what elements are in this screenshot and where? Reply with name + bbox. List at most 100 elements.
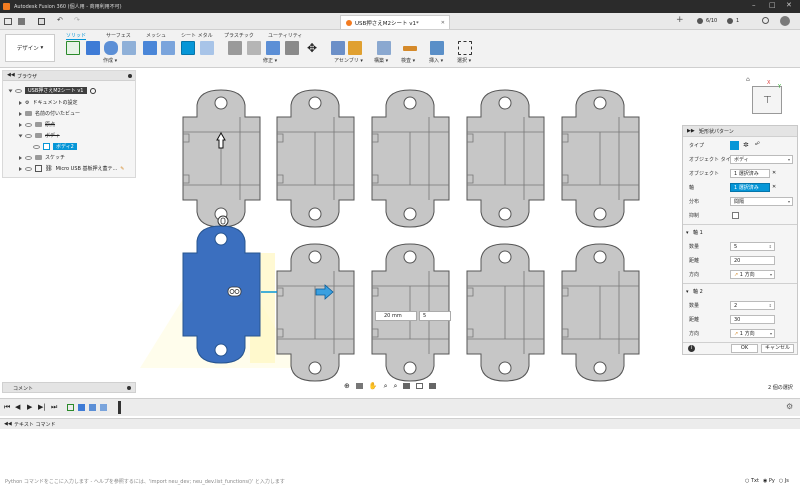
job-status-icon[interactable] — [697, 18, 703, 24]
body-pattern-instance[interactable] — [182, 89, 261, 228]
fillet-icon[interactable] — [247, 41, 261, 55]
timeline-end-button[interactable]: ⏭ — [51, 403, 57, 412]
object-type-dropdown[interactable]: ボディ ▾ — [730, 155, 793, 164]
object-select[interactable]: 1 選択済み — [730, 169, 770, 178]
timeline-start-button[interactable]: ⏮ — [4, 403, 10, 412]
visibility-eye-icon[interactable] — [15, 88, 22, 93]
distance-input[interactable]: 20 mm — [375, 311, 417, 321]
tab-mesh[interactable]: メッシュ — [146, 32, 166, 39]
timeline-next-button[interactable]: ▶| — [38, 403, 46, 411]
axis1-quantity-input[interactable]: 5 ⇕ — [730, 242, 775, 251]
command-input[interactable]: Python コマンドをここに入力します - ヘルプを参照するには、'impor… — [2, 477, 722, 487]
active-radio-icon[interactable] — [89, 87, 96, 94]
timeline-feature-pattern[interactable] — [89, 404, 96, 411]
group-select[interactable]: 選択 ▾ — [457, 57, 471, 64]
expand-icon[interactable] — [8, 89, 13, 92]
browser-item-named-views[interactable]: 名前の付いたビュー — [19, 108, 80, 119]
type-rectangular-button[interactable] — [730, 141, 739, 150]
save-icon[interactable] — [38, 18, 45, 25]
minimize-button[interactable]: – — [752, 1, 756, 9]
axis-select[interactable]: 1 選択済み — [730, 183, 770, 192]
timeline-settings-icon[interactable]: ⚙ — [786, 402, 793, 411]
timeline-feature-extrude[interactable] — [78, 404, 85, 411]
undo-icon[interactable]: ↶ — [57, 16, 63, 24]
tab-solid[interactable]: ソリッド — [66, 32, 87, 40]
visibility-eye-icon[interactable] — [25, 122, 32, 127]
expand-icon[interactable] — [19, 155, 22, 160]
visibility-eye-icon[interactable] — [25, 166, 32, 171]
clear-object-icon[interactable]: ✕ — [772, 170, 776, 176]
expand-icon[interactable] — [18, 134, 23, 137]
rotate-handle-icon[interactable] — [227, 286, 242, 297]
axis1-direction-dropdown[interactable]: ↗ 1 方向 ▾ — [730, 270, 775, 279]
group-insert[interactable]: 挿入 ▾ — [429, 57, 443, 64]
ok-button[interactable]: OK — [731, 344, 758, 353]
orbit-icon[interactable]: ⊕ — [344, 382, 350, 390]
viewports-icon[interactable] — [429, 383, 437, 389]
comments-toggle-icon[interactable] — [127, 386, 131, 390]
visibility-eye-icon[interactable] — [25, 155, 32, 160]
info-icon[interactable]: i — [688, 345, 695, 352]
pan-icon[interactable]: ✋ — [369, 382, 378, 390]
notification-icon[interactable] — [727, 18, 733, 24]
tab-document[interactable]: USB押さえM2シート v1* ✕ — [340, 15, 450, 29]
tab-utility[interactable]: ユーティリティ — [268, 32, 302, 39]
axis2-section[interactable]: ▾ 軸 2 — [683, 286, 797, 297]
timeline-prev-button[interactable]: ◀ — [15, 403, 20, 411]
body-pattern-instance[interactable] — [276, 89, 355, 228]
view-cube[interactable]: ⊤ — [752, 86, 782, 114]
expand-icon[interactable] — [19, 111, 22, 116]
grid-settings-icon[interactable] — [416, 383, 424, 389]
timeline-feature-move[interactable] — [100, 404, 107, 411]
create-sketch-icon[interactable] — [66, 41, 80, 55]
body-pattern-instance[interactable] — [561, 89, 640, 228]
home-view-icon[interactable]: ⌂ — [746, 76, 750, 83]
visibility-eye-icon[interactable] — [33, 144, 40, 149]
grid-menu-icon[interactable] — [4, 18, 12, 25]
group-construct[interactable]: 構築 ▾ — [374, 57, 388, 64]
timeline-feature-sketch[interactable] — [67, 404, 74, 411]
offset-plane-icon[interactable] — [377, 41, 391, 55]
group-assembly[interactable]: アセンブリ ▾ — [334, 57, 363, 64]
look-at-icon[interactable] — [355, 383, 363, 389]
rectangular-pattern-icon[interactable] — [181, 41, 195, 55]
type-path-button[interactable]: ☍ — [755, 141, 760, 147]
revolve-icon[interactable] — [104, 41, 118, 55]
distribution-dropdown[interactable]: 間隔 ▾ — [730, 197, 793, 206]
edit-icon[interactable]: ✎ — [120, 166, 124, 172]
browser-item-document-settings[interactable]: ⚙ ドキュメントの設定 — [19, 97, 78, 108]
axis2-direction-dropdown[interactable]: ↗ 1 方向 ▾ — [730, 329, 775, 338]
group-modify[interactable]: 修正 ▾ — [263, 57, 277, 64]
browser-pin-icon[interactable] — [128, 74, 132, 78]
hole-icon[interactable] — [122, 41, 136, 55]
suppress-checkbox[interactable] — [732, 212, 739, 219]
browser-item-sketches[interactable]: スケッチ — [19, 152, 65, 163]
body-pattern-instance[interactable] — [371, 89, 450, 228]
body-pattern-instance[interactable] — [466, 89, 545, 228]
triangle-icon[interactable] — [200, 41, 214, 55]
browser-root[interactable]: USB押さえM2シート v1 — [8, 85, 96, 96]
tab-plastic[interactable]: プラスチック — [224, 32, 254, 39]
move-icon[interactable]: ✥ — [305, 41, 319, 55]
group-inspect[interactable]: 検査 ▾ — [401, 57, 415, 64]
expand-icon[interactable] — [19, 122, 22, 127]
body-pattern-instance[interactable] — [466, 243, 545, 382]
align-icon[interactable] — [285, 41, 299, 55]
axis1-section[interactable]: ▾ 軸 1 — [683, 227, 797, 238]
axis2-distance-input[interactable]: 30 — [730, 315, 775, 324]
timeline-play-button[interactable]: ▶ — [27, 403, 32, 411]
zoom-icon[interactable]: ⌕ — [384, 382, 388, 391]
joint-icon[interactable] — [348, 41, 362, 55]
browser-item-bodies[interactable]: ボディ — [18, 130, 60, 141]
mode-js-radio[interactable]: ○ Js — [779, 478, 789, 484]
body-pattern-instance[interactable] — [561, 243, 640, 382]
visibility-eye-icon[interactable] — [25, 133, 32, 138]
browser-item-origin[interactable]: 原点 — [19, 119, 55, 130]
group-create[interactable]: 作成 ▾ — [103, 57, 117, 64]
new-tab-button[interactable]: + — [676, 15, 684, 25]
collapse-panel-icon[interactable]: ◀◀ — [7, 72, 15, 78]
tab-surface[interactable]: サーフェス — [106, 32, 131, 39]
browser-item-body2[interactable]: ボディ2 — [33, 141, 77, 152]
count-input[interactable]: 5 — [419, 311, 451, 321]
maximize-button[interactable]: □ — [769, 1, 776, 9]
